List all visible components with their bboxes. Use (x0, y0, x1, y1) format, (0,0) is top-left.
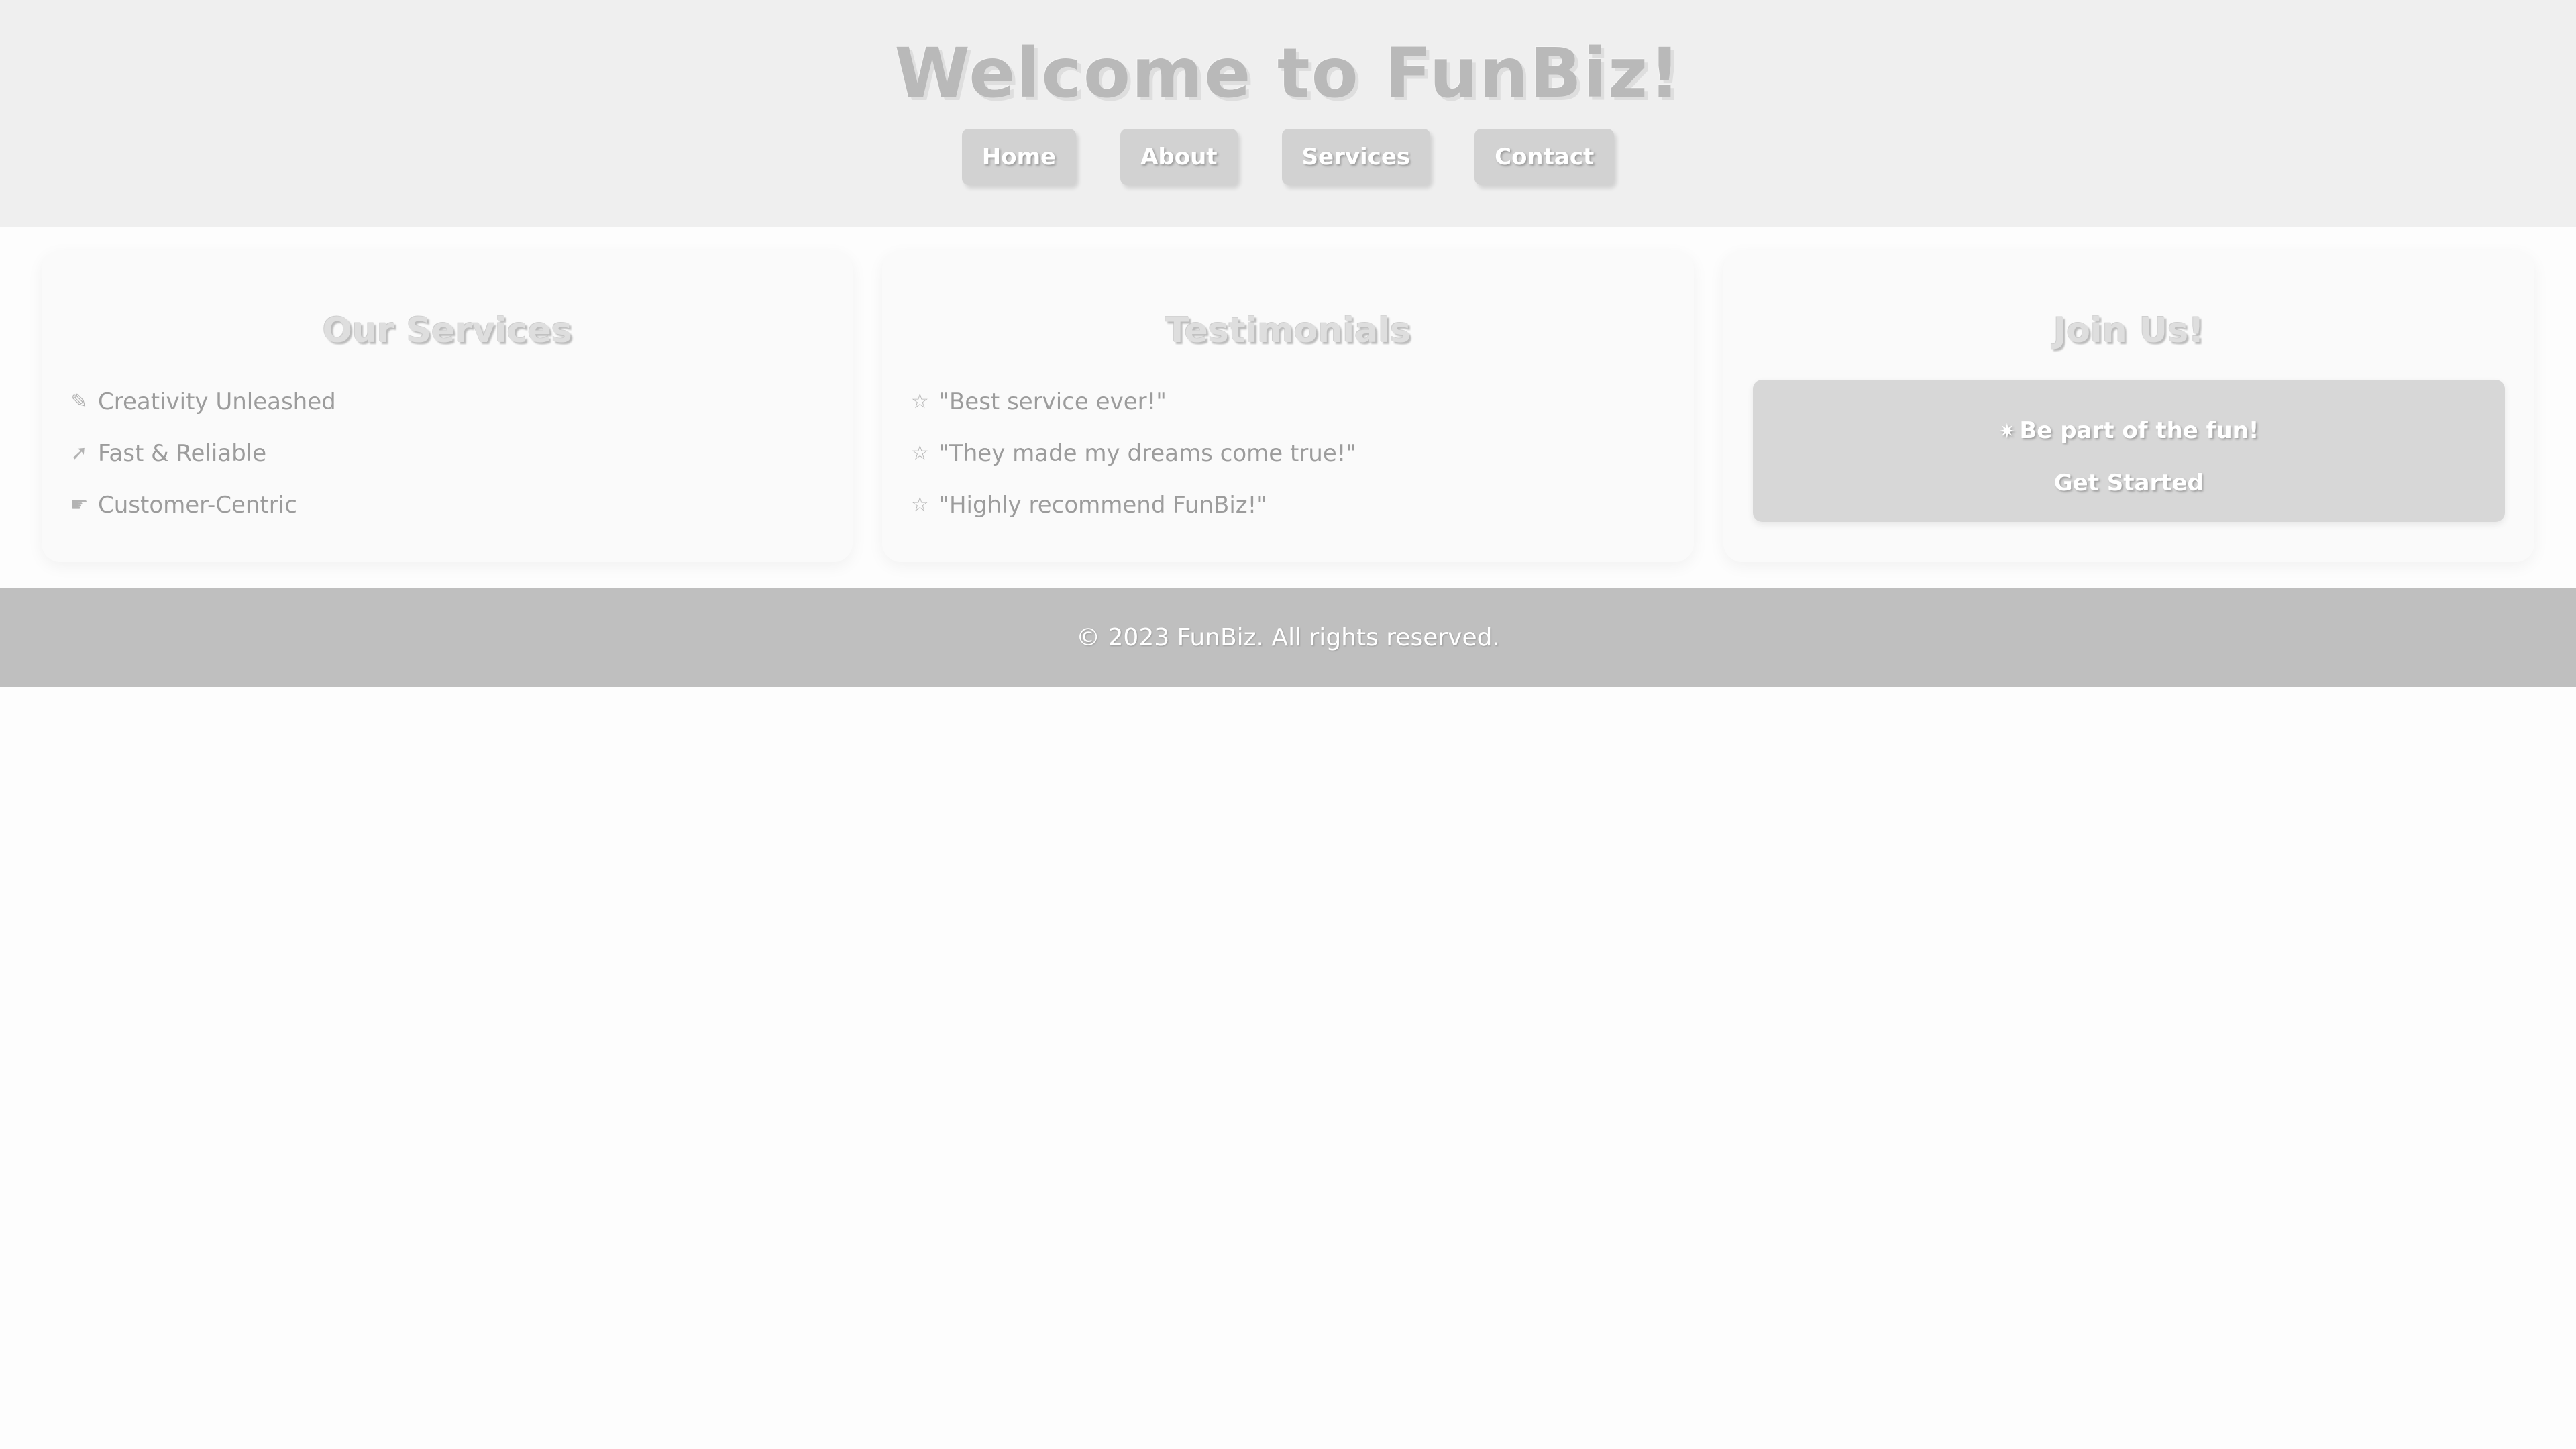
join-card: Join Us! ✷ Be part of the fun! Get Starte… (1723, 251, 2534, 562)
star-icon: ☆ (910, 493, 929, 517)
get-started-button[interactable]: Get Started (1753, 470, 2505, 496)
services-card: Our Services ✎ Creativity Unleashed ➚ Fa… (42, 251, 853, 562)
site-footer: © 2023 FunBiz. All rights reserved. (0, 588, 2576, 687)
services-title: Our Services (322, 311, 572, 351)
testimonials-card: Testimonials ☆ "Best service ever!" ☆ "T… (882, 251, 1694, 562)
list-item: ☆ "They made my dreams come true!" (906, 427, 1356, 479)
testimonial-text: "They made my dreams come true!" (938, 439, 1357, 467)
site-header: Welcome to FunBiz! Home About Services C… (0, 0, 2576, 227)
palette-icon: ✎ (70, 390, 88, 413)
services-list: ✎ Creativity Unleashed ➚ Fast & Reliable… (66, 376, 336, 531)
nav-about-button[interactable]: About (1120, 129, 1238, 185)
list-item: ➚ Fast & Reliable (66, 427, 336, 479)
testimonials-title: Testimonials (1165, 311, 1411, 351)
footer-copyright: © 2023 FunBiz. All rights reserved. (1076, 623, 1500, 651)
list-item: ☆ "Highly recommend FunBiz!" (906, 479, 1356, 531)
rocket-icon: ➚ (70, 441, 88, 465)
join-tagline-row: ✷ Be part of the fun! (1753, 417, 2505, 444)
star-icon: ☆ (910, 441, 929, 465)
service-text: Customer-Centric (98, 491, 297, 519)
sparkle-icon: ✷ (1998, 420, 2016, 443)
join-box: ✷ Be part of the fun! Get Started (1752, 380, 2505, 522)
list-item: ☛ Customer-Centric (66, 479, 336, 531)
main-content: Our Services ✎ Creativity Unleashed ➚ Fa… (42, 251, 2534, 562)
join-title: Join Us! (2053, 311, 2204, 351)
service-text: Creativity Unleashed (98, 388, 336, 415)
testimonial-text: "Highly recommend FunBiz!" (938, 491, 1267, 519)
join-tagline: Be part of the fun! (2019, 417, 2259, 444)
testimonial-text: "Best service ever!" (938, 388, 1167, 415)
handshake-icon: ☛ (70, 493, 89, 517)
nav-services-button[interactable]: Services (1281, 129, 1431, 185)
star-icon: ☆ (910, 390, 929, 413)
nav-contact-button[interactable]: Contact (1474, 129, 1615, 185)
site-title: Welcome to FunBiz! (894, 34, 1682, 113)
main-nav: Home About Services Contact (0, 129, 2576, 185)
list-item: ✎ Creativity Unleashed (66, 376, 336, 427)
nav-home-button[interactable]: Home (961, 129, 1077, 185)
testimonials-list: ☆ "Best service ever!" ☆ "They made my d… (906, 376, 1356, 531)
service-text: Fast & Reliable (98, 439, 267, 467)
list-item: ☆ "Best service ever!" (906, 376, 1356, 427)
